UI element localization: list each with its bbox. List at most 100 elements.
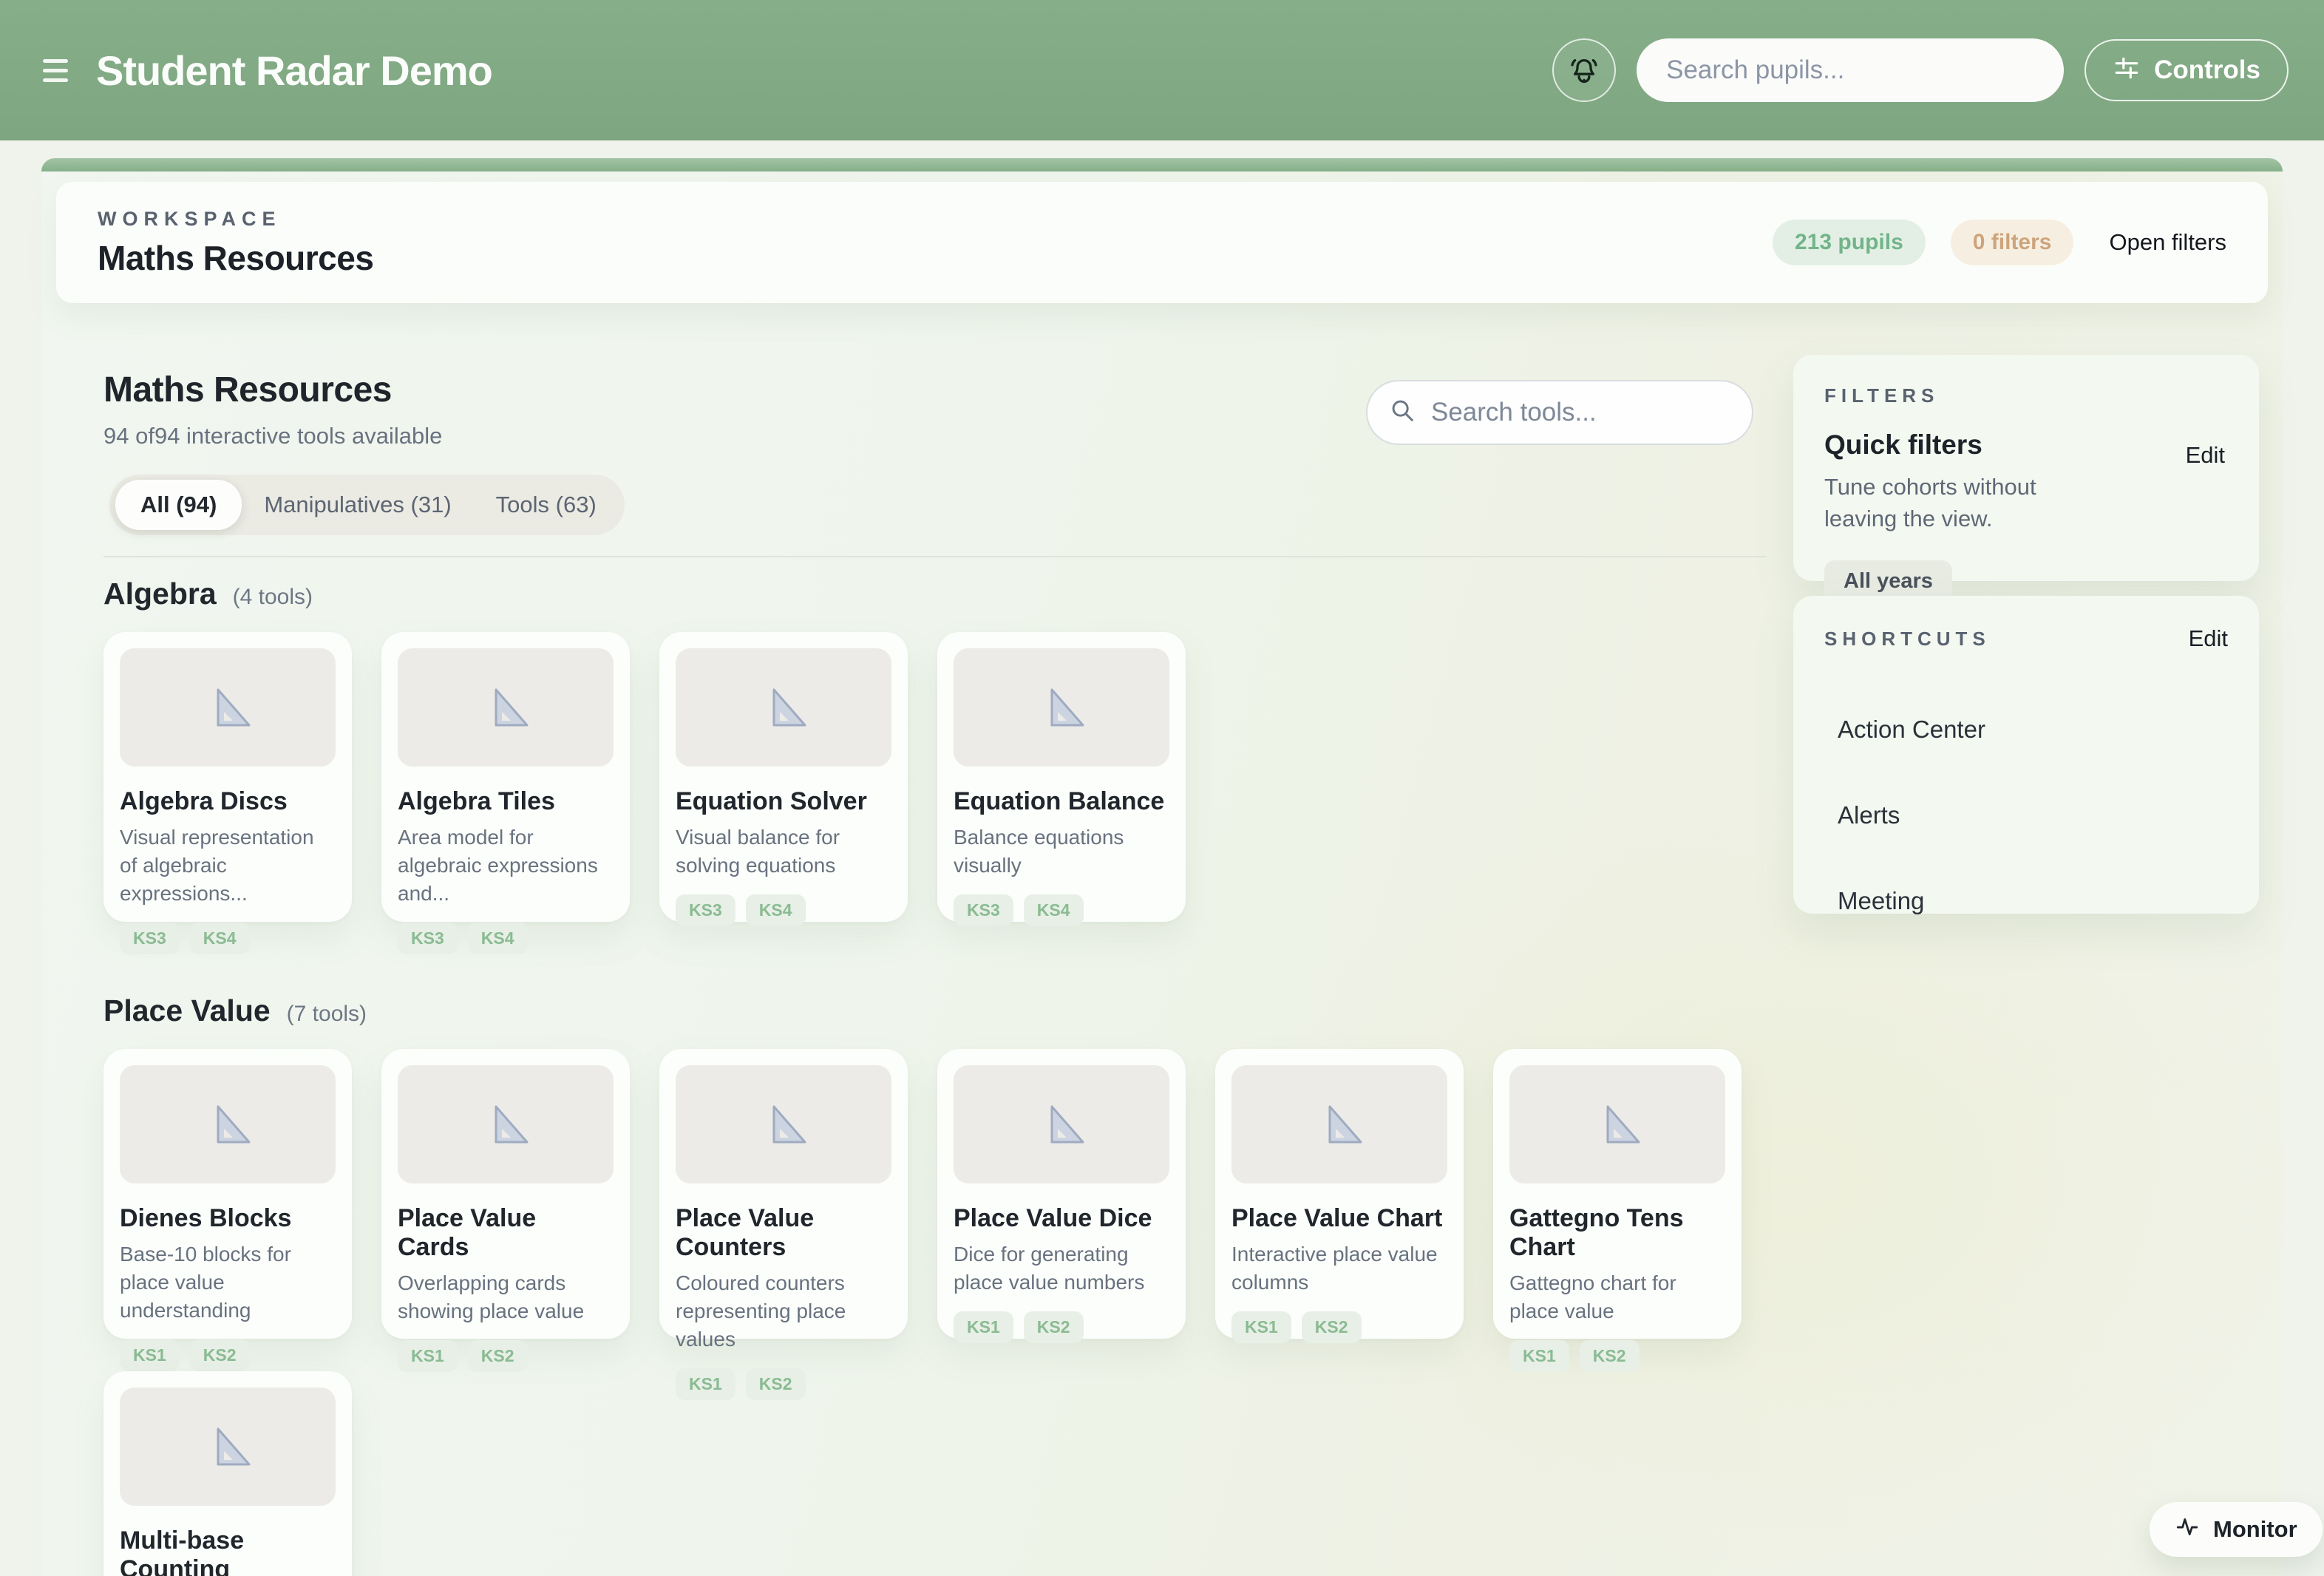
key-stage-badge: KS4 xyxy=(190,923,250,954)
monitor-button[interactable]: Monitor xyxy=(2150,1502,2323,1557)
tab-manipulatives[interactable]: Manipulatives (31) xyxy=(242,480,473,530)
set-square-icon xyxy=(482,1101,529,1148)
key-stage-badge: KS2 xyxy=(1302,1311,1362,1343)
tool-description: Base-10 blocks for place value understan… xyxy=(120,1240,336,1325)
key-stage-badge: KS2 xyxy=(746,1368,806,1400)
set-square-icon xyxy=(1316,1101,1363,1148)
tool-description: Interactive place value columns xyxy=(1231,1240,1447,1297)
set-square-icon xyxy=(482,684,529,731)
notifications-button[interactable] xyxy=(1552,38,1616,102)
tool-thumbnail xyxy=(398,648,614,767)
quick-filters-title: Quick filters xyxy=(1824,429,2228,461)
search-icon xyxy=(1390,398,1416,428)
tool-description: Gattegno chart for place value xyxy=(1509,1269,1725,1325)
set-square-icon xyxy=(1038,684,1085,731)
tool-card[interactable]: Algebra DiscsVisual representation of al… xyxy=(103,632,352,922)
key-stage-badges: KS1 KS2 xyxy=(1509,1340,1725,1372)
key-stage-badges: KS1KS2 xyxy=(120,1339,336,1371)
tool-description: Visual balance for solving equations xyxy=(676,823,891,880)
key-stage-badge: KS1 xyxy=(120,1339,180,1371)
key-stage-badges: KS1KS2 xyxy=(954,1311,1169,1343)
tool-card[interactable]: Place Value Cards Overlapping cards showi… xyxy=(381,1049,630,1339)
tool-description: Area model for algebraic expressions and… xyxy=(398,823,614,908)
key-stage-badge: KS2 xyxy=(468,1340,528,1372)
section-title: Place Value xyxy=(103,994,271,1028)
hamburger-icon xyxy=(43,59,68,63)
workspace-eyebrow: WORKSPACE xyxy=(98,208,373,231)
menu-button[interactable] xyxy=(43,53,75,87)
key-stage-badge: KS2 xyxy=(1580,1340,1640,1372)
tool-title: Place Value Chart xyxy=(1231,1204,1447,1233)
key-stage-badge: KS3 xyxy=(398,923,458,954)
tool-thumbnail xyxy=(398,1065,614,1183)
activity-icon xyxy=(2175,1514,2200,1545)
tool-card[interactable]: Algebra Tiles Area model for algebraic ex… xyxy=(381,632,630,922)
tool-card[interactable]: Equation BalanceBalance equations visual… xyxy=(937,632,1186,922)
set-square-icon xyxy=(760,1101,807,1148)
controls-label: Controls xyxy=(2154,55,2260,85)
tools-search xyxy=(1366,380,1753,445)
key-stage-badges: KS3 KS4 xyxy=(954,894,1169,926)
tool-title: Algebra Tiles xyxy=(398,787,614,816)
set-square-icon xyxy=(204,1101,251,1148)
tool-title: Place Value Cards xyxy=(398,1204,614,1262)
tool-description: Overlapping cards showing place value xyxy=(398,1269,614,1325)
key-stage-badge: KS3 xyxy=(954,894,1013,926)
key-stage-badge: KS4 xyxy=(746,894,806,926)
key-stage-badge: KS4 xyxy=(1024,894,1084,926)
key-stage-badge: KS1 xyxy=(1509,1340,1569,1372)
key-stage-badge: KS2 xyxy=(1024,1311,1084,1343)
tab-all[interactable]: All (94) xyxy=(115,480,242,530)
tool-card[interactable]: Gattegno Tens ChartGattegno chart for pl… xyxy=(1493,1049,1742,1339)
section-title: Algebra xyxy=(103,577,217,611)
tool-card[interactable]: Place Value CountersColoured counters re… xyxy=(659,1049,908,1339)
shortcut-item-action-center[interactable]: Action Center xyxy=(1824,716,2228,744)
key-stage-badge: KS1 xyxy=(398,1340,458,1372)
tool-title: Multi-base Counting xyxy=(120,1526,336,1576)
section-count: (7 tools) xyxy=(287,1002,367,1027)
tool-title: Algebra Discs xyxy=(120,787,336,816)
key-stage-badges: KS1 KS2 xyxy=(676,1368,891,1400)
tool-card[interactable]: Multi-base CountingCounting in different xyxy=(103,1371,352,1576)
filters-edit-button[interactable]: Edit xyxy=(2186,442,2225,469)
tool-title: Place Value Dice xyxy=(954,1204,1169,1233)
tools-availability-subtitle: 94 of94 interactive tools available xyxy=(103,423,442,449)
tool-thumbnail xyxy=(120,1388,336,1506)
shortcuts-edit-button[interactable]: Edit xyxy=(2189,625,2228,652)
key-stage-badges: KS3 KS4 xyxy=(676,894,891,926)
open-filters-button[interactable]: Open filters xyxy=(2109,229,2226,256)
controls-button[interactable]: Controls xyxy=(2085,39,2289,101)
shortcut-item-meeting[interactable]: Meeting xyxy=(1824,887,2228,915)
key-stage-badge: KS1 xyxy=(676,1368,735,1400)
app-title: Student Radar Demo xyxy=(96,47,492,95)
quick-filters-description: Tune cohorts without leaving the view. xyxy=(1824,471,2105,535)
shortcut-item-alerts[interactable]: Alerts xyxy=(1824,801,2228,829)
set-square-icon xyxy=(760,684,807,731)
tool-thumbnail xyxy=(954,1065,1169,1183)
tool-card[interactable]: Place Value DiceDice for generating plac… xyxy=(937,1049,1186,1339)
tool-card[interactable]: Dienes BlocksBase-10 blocks for place va… xyxy=(103,1049,352,1339)
tool-description: Coloured counters representing place val… xyxy=(676,1269,891,1353)
section-count: (4 tools) xyxy=(233,585,313,610)
tool-title: Equation Balance xyxy=(954,787,1169,816)
set-square-icon xyxy=(204,1423,251,1470)
filters-eyebrow: FILTERS xyxy=(1824,384,2228,407)
key-stage-badge: KS3 xyxy=(120,923,180,954)
tools-search-input[interactable] xyxy=(1431,398,1730,427)
section-divider xyxy=(103,556,1767,557)
key-stage-badges: KS3KS4 xyxy=(398,923,614,954)
set-square-icon xyxy=(204,684,251,731)
tab-tools[interactable]: Tools (63) xyxy=(474,480,619,530)
tool-thumbnail xyxy=(1231,1065,1447,1183)
key-stage-badge: KS3 xyxy=(676,894,735,926)
tool-card[interactable]: Place Value Chart Interactive place value… xyxy=(1215,1049,1464,1339)
tool-card[interactable]: Equation SolverVisual balance for solvin… xyxy=(659,632,908,922)
pupils-count-badge: 213 pupils xyxy=(1773,220,1926,265)
active-filters-badge: 0 filters xyxy=(1951,220,2074,265)
tool-thumbnail xyxy=(1509,1065,1725,1183)
key-stage-badges: KS1KS2 xyxy=(1231,1311,1447,1343)
pupil-search-input[interactable] xyxy=(1637,38,2064,102)
tool-thumbnail xyxy=(120,1065,336,1183)
workspace-title: Maths Resources xyxy=(98,238,373,278)
tool-thumbnail xyxy=(120,648,336,767)
